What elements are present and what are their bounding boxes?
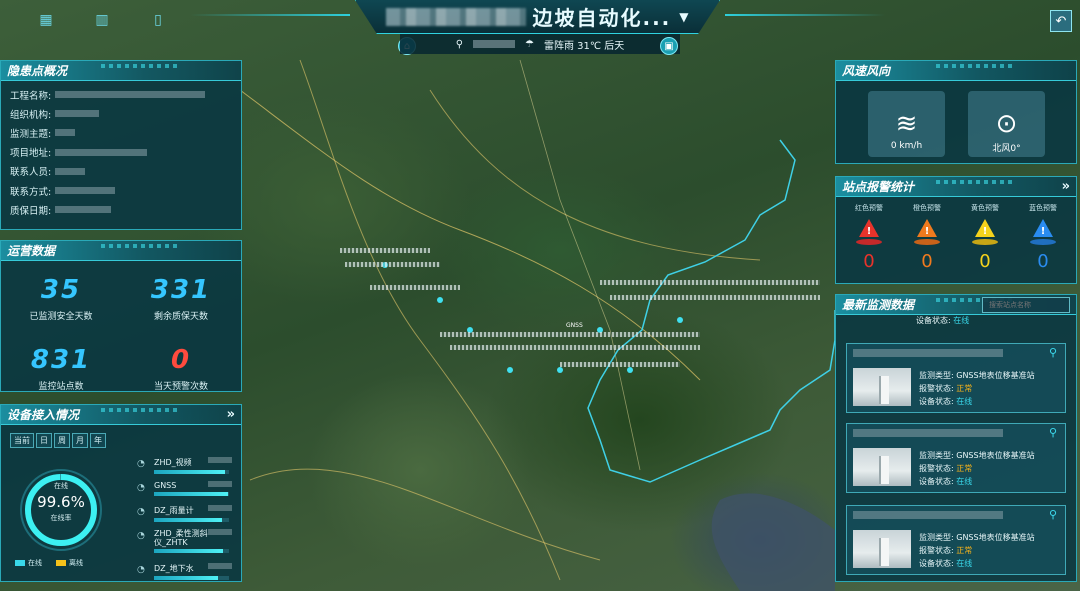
weather-icon: ☂ [525,38,534,50]
map-label-cluster [370,285,460,290]
devices-panel: 设备接入情况» 当前 日 周 月 年 在线 99.6% 在线率 在线 离线 ◔ Z… [0,404,242,582]
tab-day[interactable]: 日 [36,433,52,448]
warning-icon: ! [859,219,879,237]
weather-text: 雷阵雨 31℃ 后天 [543,40,625,52]
online-rate-value: 99.6% [37,493,85,511]
map-label-cluster [340,248,430,253]
station-card[interactable]: ⚲ 监测类型: GNSS地表位移基准站 报警状态: 正常 设备状态: 在线 [846,343,1066,413]
location-pin-icon[interactable]: ⚲ [1049,346,1057,359]
header-line-right [725,14,885,16]
online-rate-label: 在线率 [50,514,72,522]
operations-panel: 运营数据 35 已监测安全天数 331 剩余质保天数 831 监控站点数 0 当… [0,240,242,392]
column-layout-icon[interactable]: ▯ [150,12,166,28]
expand-chevron-icon[interactable]: » [227,405,235,425]
chevron-down-icon[interactable]: ▼ [679,10,688,24]
list-item[interactable]: ◔ DZ_地下水 [137,563,232,587]
station-card[interactable]: ⚲ 监测类型: GNSS地表位移基准站 报警状态: 正常 设备状态: 在线 [846,505,1066,575]
device-type-icon: ◔ [137,531,145,541]
ring-top-label: 在线 [54,482,68,490]
tab-month[interactable]: 月 [72,433,88,448]
info-row: 项目地址: [1,143,241,162]
station-search-input[interactable] [982,297,1070,313]
location-pin-icon[interactable]: ⚲ [1049,426,1057,439]
location-weather-bar: ⚲ ☂ 雷阵雨 31℃ 后天 [400,34,680,54]
tab-week[interactable]: 周 [54,433,70,448]
date-range-tabs: 当前 日 周 月 年 [10,433,241,448]
title-redacted [386,7,527,26]
online-rate-ring: 在线 99.6% 在线率 [16,465,106,555]
list-item[interactable]: ◔ DZ_雨量计 [137,505,232,529]
map-label-cluster [450,345,700,350]
info-row: 联系人员: [1,162,241,181]
alarm-title: 站点报警统计» [836,177,1076,197]
wind-direction-value: 北风0° [992,144,1021,154]
info-row: 联系方式: [1,181,241,200]
info-row: 质保日期: [1,200,241,219]
alarm-panel: 站点报警统计» 红色预警 ! 0 橙色预警 ! 0 黄色预警 ! 0 蓝色预警 … [835,176,1077,284]
wind-panel: 风速风向 ≋ 0 km/h ⊙ 北风0° [835,60,1077,164]
station-photo [853,530,911,568]
latest-data-panel: 最新监测数据 设备状态: 在线 ⚲ 监测类型: GNSS地表位移基准站 报警状态… [835,294,1077,582]
layout-switcher: ▦ ▥ ▯ [38,12,166,28]
station-card[interactable]: ⚲ 监测类型: GNSS地表位移基准站 报警状态: 正常 设备状态: 在线 [846,423,1066,493]
station-photo [853,368,911,406]
ring-legend: 在线 离线 [15,558,83,568]
list-item[interactable]: ◔ ZHD_视频 [137,457,232,481]
device-type-icon: ◔ [137,459,145,469]
device-type-icon: ◔ [137,483,145,493]
operations-title: 运营数据 [1,241,241,261]
alarm-yellow[interactable]: 黄色预警 ! 0 [957,203,1013,272]
split-layout-icon[interactable]: ▥ [94,12,110,28]
info-row: 工程名称: [1,85,241,104]
map-label-cluster [610,295,820,300]
location-pin-icon: ⚲ [455,38,464,50]
location-redacted [473,40,516,48]
list-item[interactable]: ◔ ZHD_柔性测斜仪_ZHTK [137,529,232,563]
overview-title: 隐患点概况 [1,61,241,81]
grid-layout-icon[interactable]: ▦ [38,12,54,28]
stat-safe-days: 35 已监测安全天数 [29,275,93,322]
expand-chevron-icon[interactable]: » [1062,177,1070,197]
header-line-left [190,14,350,16]
project-title-selector[interactable]: 边坡自动化... ▼ [355,0,720,34]
warning-icon: ! [1033,219,1053,237]
list-item[interactable]: ◔ GNSS [137,481,232,505]
alarm-orange[interactable]: 橙色预警 ! 0 [899,203,955,272]
map-label-cluster [600,280,820,285]
devices-title: 设备接入情况» [1,405,241,425]
map-label-cluster [560,362,680,367]
station-name-redacted [853,349,1003,357]
info-row: 组织机构: [1,104,241,123]
alarm-red[interactable]: 红色预警 ! 0 [841,203,897,272]
tab-year[interactable]: 年 [90,433,106,448]
wind-title: 风速风向 [836,61,1076,81]
map-label-cluster [345,262,440,267]
alarm-blue[interactable]: 蓝色预警 ! 0 [1015,203,1071,272]
latest-title: 最新监测数据 [836,295,1076,315]
page-title: 边坡自动化... [532,6,672,30]
device-type-icon: ◔ [137,507,145,517]
device-type-icon: ◔ [137,565,145,575]
location-pin-icon[interactable]: ⚲ [1049,508,1057,521]
stat-warranty-days: 331 剩余质保天数 [150,275,212,322]
info-row: 监测主题: [1,123,241,142]
station-name-redacted [853,511,1003,519]
station-name-redacted [853,429,1003,437]
partial-card-status: 设备状态: 在线 [916,316,970,325]
top-header: ▦ ▥ ▯ 边坡自动化... ▼ ⌂ ⚲ ☂ 雷阵雨 31℃ 后天 ▣ ↶ [0,0,1080,56]
store-icon[interactable]: ▣ [660,37,678,55]
device-list: ◔ ZHD_视频 ◔ GNSS ◔ DZ_雨量计 ◔ ZHD_柔性测斜仪_ZHTK ◔ D… [137,457,232,587]
wind-speed-value: 0 km/h [890,141,923,151]
warning-icon: ! [975,219,995,237]
warning-icon: ! [917,219,937,237]
tab-current[interactable]: 当前 [10,433,34,448]
station-photo [853,448,911,486]
overview-panel: 隐患点概况 工程名称: 组织机构: 监测主题: 项目地址: 联系人员: 联系方式… [0,60,242,230]
map-station-label[interactable]: GNSS [566,322,583,329]
back-arrow-icon[interactable]: ↶ [1050,10,1072,32]
map-label-cluster [440,332,700,337]
